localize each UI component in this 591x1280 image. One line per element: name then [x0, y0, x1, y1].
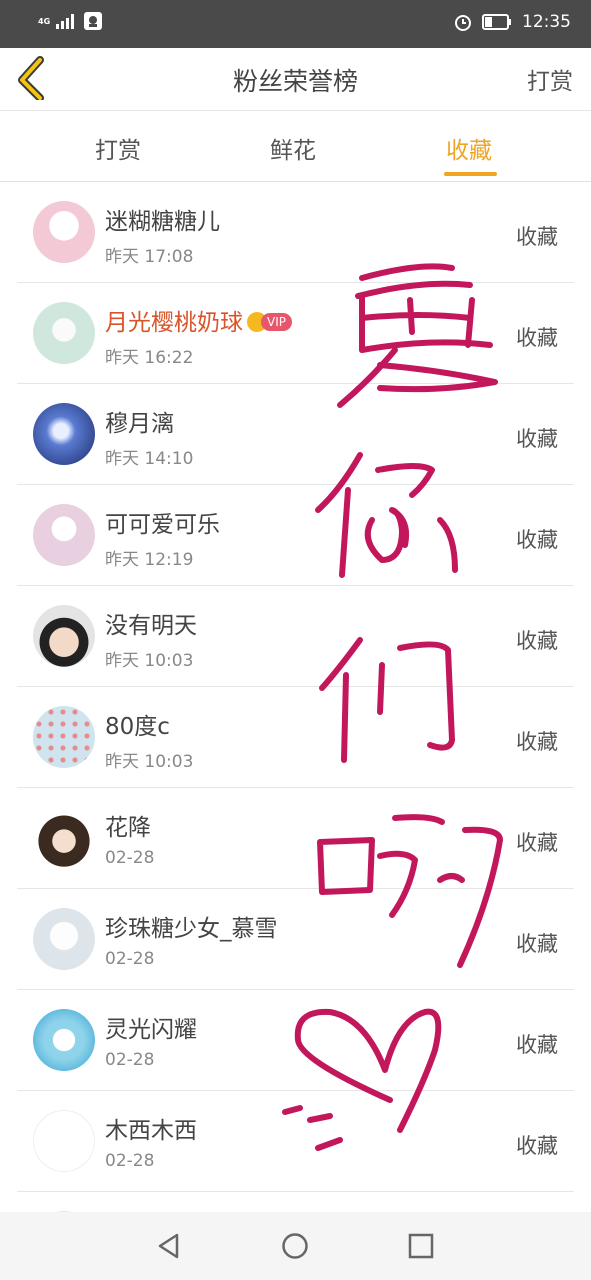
avatar — [33, 403, 95, 465]
fan-time: 昨天 10:03 — [105, 651, 194, 671]
list-item[interactable]: 没有明天 昨天 10:03 收藏 — [17, 586, 574, 687]
tab-flowers[interactable]: 鲜花 — [270, 131, 316, 165]
fan-name: 没有明天 — [105, 613, 197, 639]
active-tab-indicator — [444, 172, 497, 176]
fan-time: 02-28 — [105, 1151, 155, 1171]
list-item[interactable]: 月光樱桃奶球 VIP 昨天 16:22 收藏 — [17, 283, 574, 384]
fan-name: 花降 — [105, 815, 151, 841]
fan-list: 迷糊糖糖儿 昨天 17:08 收藏 月光樱桃奶球 VIP 昨天 16:22 收藏 … — [0, 182, 591, 1273]
list-item[interactable]: 木西木西 02-28 收藏 — [17, 1091, 574, 1192]
action-label: 收藏 — [516, 528, 558, 552]
avatar — [33, 605, 95, 667]
fan-time: 02-28 — [105, 1050, 155, 1070]
action-label: 收藏 — [516, 1134, 558, 1158]
avatar — [33, 201, 95, 263]
action-label: 收藏 — [516, 629, 558, 653]
avatar — [33, 1009, 95, 1071]
action-label: 收藏 — [516, 326, 558, 350]
action-label: 收藏 — [516, 730, 558, 754]
back-triangle-icon[interactable] — [155, 1232, 183, 1260]
page-title: 粉丝荣誉榜 — [232, 67, 358, 96]
fan-time: 昨天 10:03 — [105, 752, 194, 772]
avatar — [33, 504, 95, 566]
fan-name: 迷糊糖糖儿 — [105, 209, 220, 235]
status-right: 12:35 — [454, 12, 571, 32]
fan-name: 可可爱可乐 — [105, 512, 220, 538]
list-item[interactable]: 穆月漓 昨天 14:10 收藏 — [17, 384, 574, 485]
home-circle-icon[interactable] — [281, 1232, 309, 1260]
list-item[interactable]: 珍珠糖少女_慕雪 02-28 收藏 — [17, 889, 574, 990]
avatar — [33, 1110, 95, 1172]
list-item[interactable]: 80度c 昨天 10:03 收藏 — [17, 687, 574, 788]
list-item[interactable]: 迷糊糖糖儿 昨天 17:08 收藏 — [17, 182, 574, 283]
avatar — [33, 807, 95, 869]
action-label: 收藏 — [516, 831, 558, 855]
fan-name: 月光樱桃奶球 — [105, 310, 243, 336]
recents-square-icon[interactable] — [407, 1232, 435, 1260]
avatar — [33, 908, 95, 970]
app-notification-icon — [84, 12, 103, 30]
app-header: 粉丝荣誉榜 打赏 — [0, 48, 591, 111]
battery-icon — [482, 14, 511, 30]
signal-icon — [56, 14, 75, 29]
tab-bar: 打赏 鲜花 收藏 — [0, 111, 591, 182]
fan-name: 木西木西 — [105, 1118, 197, 1144]
tab-reward[interactable]: 打赏 — [95, 131, 141, 165]
alarm-icon — [455, 15, 471, 31]
action-label: 收藏 — [516, 1033, 558, 1057]
list-item[interactable]: 可可爱可乐 昨天 12:19 收藏 — [17, 485, 574, 586]
status-left: 4G — [38, 12, 103, 30]
list-item[interactable]: 灵光闪耀 02-28 收藏 — [17, 990, 574, 1091]
fan-name: 灵光闪耀 — [105, 1017, 197, 1043]
fan-time: 昨天 16:22 — [105, 348, 194, 368]
reward-button[interactable]: 打赏 — [527, 62, 573, 96]
list-item[interactable]: 花降 02-28 收藏 — [17, 788, 574, 889]
fan-time: 02-28 — [105, 848, 155, 868]
vip-badge: VIP — [261, 312, 292, 331]
fan-time: 昨天 17:08 — [105, 247, 194, 267]
action-label: 收藏 — [516, 932, 558, 956]
network-type: 4G — [38, 16, 51, 26]
action-label: 收藏 — [516, 225, 558, 249]
fan-time: 02-28 — [105, 949, 155, 969]
fan-name: 穆月漓 — [105, 411, 174, 437]
clock: 12:35 — [522, 12, 571, 32]
fan-name: 珍珠糖少女_慕雪 — [105, 916, 278, 942]
tab-favorites[interactable]: 收藏 — [446, 131, 492, 165]
fan-time: 昨天 14:10 — [105, 449, 194, 469]
fan-name-vip: 月光樱桃奶球 VIP — [105, 303, 292, 337]
status-bar: 4G 12:35 — [0, 0, 591, 48]
system-nav-bar — [0, 1212, 591, 1280]
fan-time: 昨天 12:19 — [105, 550, 194, 570]
avatar — [33, 706, 95, 768]
action-label: 收藏 — [516, 427, 558, 451]
fan-name: 80度c — [105, 714, 170, 740]
avatar — [33, 302, 95, 364]
